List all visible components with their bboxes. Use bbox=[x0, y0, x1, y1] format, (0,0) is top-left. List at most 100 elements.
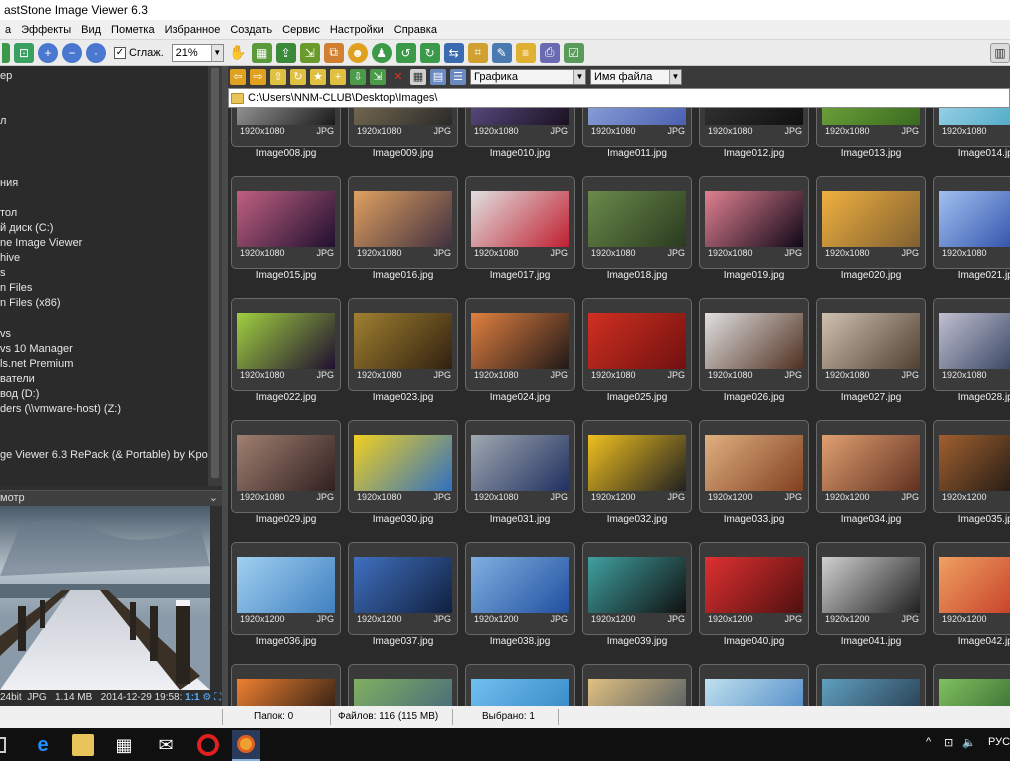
tree-item[interactable]: vs 10 Manager bbox=[0, 343, 73, 355]
thumbnail-image[interactable] bbox=[705, 313, 803, 369]
thumbnail-frame[interactable]: 1920x1080JPG bbox=[348, 176, 458, 269]
thumbnail-item[interactable] bbox=[465, 664, 575, 706]
tree-item[interactable]: й диск (C:) bbox=[0, 222, 53, 234]
thumbnail-image[interactable] bbox=[237, 435, 335, 491]
path-text[interactable]: C:\Users\NNM-CLUB\Desktop\Images\ bbox=[248, 89, 438, 107]
thumbnail-image[interactable] bbox=[588, 108, 686, 125]
thumbnail-image[interactable] bbox=[471, 435, 569, 491]
thumbnail-frame[interactable]: 1920x1080JPG bbox=[465, 108, 575, 147]
thumbnail-item[interactable]: 1920x1080JPG Image028.jpg bbox=[933, 298, 1010, 403]
thumbnail-frame[interactable] bbox=[933, 664, 1010, 706]
thumbnail-frame[interactable]: 1920x1080JPG bbox=[933, 108, 1010, 147]
new-folder-icon[interactable]: + bbox=[330, 69, 346, 85]
fit-window-icon[interactable]: ⊡ bbox=[14, 42, 34, 63]
thumbnail-image[interactable] bbox=[471, 108, 569, 125]
layout-toggle-icon[interactable]: ▥ bbox=[990, 42, 1010, 63]
move-icon[interactable]: ⇲ bbox=[370, 69, 386, 85]
thumbnail-frame[interactable]: 1920x1080JPG bbox=[582, 108, 692, 147]
thumbnail-image[interactable] bbox=[822, 191, 920, 247]
thumbnail-frame[interactable]: 1920x1200JPG bbox=[699, 542, 809, 635]
settings-icon[interactable]: ⚙ bbox=[202, 692, 211, 703]
thumbnail-item[interactable] bbox=[699, 664, 809, 706]
preview-image[interactable] bbox=[0, 506, 210, 690]
thumbnail-frame[interactable] bbox=[582, 664, 692, 706]
thumbnail-item[interactable] bbox=[231, 664, 341, 706]
thumbnail-frame[interactable]: 1920x1200JPG bbox=[933, 420, 1010, 513]
thumbnail-frame[interactable]: 1920x1200JPG bbox=[582, 542, 692, 635]
smooth-checkbox[interactable]: ✓ Сглаж. bbox=[114, 46, 164, 59]
back-arrow-icon[interactable]: ⇦ bbox=[230, 69, 246, 85]
thumbnail-item[interactable]: 1920x1200 JPG Image039.jpg bbox=[582, 542, 692, 647]
thumbnail-item[interactable]: 1920x1200 JPG Image041.jpg bbox=[816, 542, 926, 647]
folder-refresh-icon[interactable]: ↻ bbox=[290, 69, 306, 85]
thumbnail-frame[interactable]: 1920x1200JPG bbox=[465, 542, 575, 635]
thumbnail-frame[interactable]: 1920x1200JPG bbox=[348, 542, 458, 635]
thumbnails-view-icon[interactable]: ▦ bbox=[410, 69, 426, 85]
tree-item[interactable]: вод (D:) bbox=[0, 388, 39, 400]
thumbnail-frame[interactable]: 1920x1080JPG bbox=[348, 420, 458, 513]
thumbnail-item[interactable]: 1920x1080 JPG Image011.jpg bbox=[582, 108, 692, 159]
thumbnail-image[interactable] bbox=[705, 557, 803, 613]
thumbnail-item[interactable]: 1920x1080 JPG Image030.jpg bbox=[348, 420, 458, 525]
store-icon[interactable]: ▦ bbox=[113, 734, 135, 756]
sort-dropdown[interactable]: Имя файла ▼ bbox=[590, 69, 682, 85]
thumbnail-image[interactable] bbox=[822, 435, 920, 491]
tree-item[interactable]: ер bbox=[0, 70, 12, 82]
thumbnail-image[interactable] bbox=[822, 679, 920, 706]
thumbnail-frame[interactable]: 1920x1200JPG bbox=[816, 542, 926, 635]
thumbnail-image[interactable] bbox=[354, 557, 452, 613]
slideshow-icon[interactable]: ▦ bbox=[251, 42, 272, 63]
thumbnail-image[interactable] bbox=[237, 557, 335, 613]
thumbnail-image[interactable] bbox=[237, 313, 335, 369]
thumbnail-image[interactable] bbox=[822, 557, 920, 613]
thumbnail-frame[interactable]: 1920x1200JPG bbox=[816, 420, 926, 513]
thumbnail-item[interactable]: 1920x1080 JPG Image008.jpg bbox=[231, 108, 341, 159]
language-indicator[interactable]: РУС bbox=[988, 736, 1010, 748]
chevron-down-icon[interactable]: ▼ bbox=[669, 70, 681, 84]
thumbnail-item[interactable] bbox=[816, 664, 926, 706]
zoom-select[interactable]: 21% ▼ bbox=[171, 43, 224, 62]
thumbnail-frame[interactable]: 1920x1080JPG bbox=[816, 298, 926, 391]
thumbnail-frame[interactable]: 1920x1080JPG bbox=[582, 298, 692, 391]
folder-favorite-icon[interactable]: ★ bbox=[310, 69, 326, 85]
thumbnail-frame[interactable]: 1920x1080JPG bbox=[231, 108, 341, 147]
thumbnail-item[interactable]: 1920x1200 JPG Image033.jpg bbox=[699, 420, 809, 525]
thumbnail-frame[interactable]: 1920x1080JPG bbox=[465, 176, 575, 269]
hand-icon[interactable]: ✋ bbox=[228, 43, 248, 63]
forward-arrow-icon[interactable]: ⇨ bbox=[250, 69, 266, 85]
thumbnail-item[interactable]: 1920x1080 JPG Image017.jpg bbox=[465, 176, 575, 281]
thumbnail-image[interactable] bbox=[588, 191, 686, 247]
chevron-down-icon[interactable]: ▼ bbox=[210, 44, 223, 61]
thumbnail-item[interactable]: 1920x1080 JPG Image012.jpg bbox=[699, 108, 809, 159]
smooth-checkbox-box[interactable]: ✓ bbox=[114, 46, 126, 59]
thumbnail-item[interactable]: 1920x1080 JPG Image022.jpg bbox=[231, 298, 341, 403]
thumbnail-frame[interactable]: 1920x1080JPG bbox=[816, 108, 926, 147]
edit-icon[interactable]: ✎ bbox=[491, 42, 512, 63]
chevron-down-icon[interactable]: ▼ bbox=[573, 70, 585, 84]
thumbnail-image[interactable] bbox=[354, 191, 452, 247]
thumbnail-image[interactable] bbox=[939, 679, 1010, 706]
batch-icon[interactable]: ≡ bbox=[515, 42, 536, 63]
thumbnail-frame[interactable] bbox=[699, 664, 809, 706]
thumbnail-image[interactable] bbox=[471, 313, 569, 369]
tree-item[interactable]: ge Viewer 6.3 RePack (& Portable) by Kpo… bbox=[0, 449, 208, 461]
copy-icon[interactable]: ⇩ bbox=[350, 69, 366, 85]
tree-item[interactable]: ne Image Viewer bbox=[0, 237, 82, 249]
list-view-icon[interactable]: ☰ bbox=[450, 69, 466, 85]
menu-tools[interactable]: Сервис bbox=[277, 24, 325, 36]
tree-item[interactable]: л bbox=[0, 115, 6, 127]
thumbnail-frame[interactable]: 1920x1080JPG bbox=[465, 298, 575, 391]
tree-item[interactable]: ния bbox=[0, 177, 18, 189]
thumbnail-frame[interactable] bbox=[348, 664, 458, 706]
thumbnail-grid[interactable]: 1920x1080 JPG Image008.jpg 1920x1080 JPG Imag… bbox=[228, 108, 1010, 706]
thumbnail-item[interactable]: 1920x1200 JPG Image032.jpg bbox=[582, 420, 692, 525]
thumbnail-frame[interactable] bbox=[465, 664, 575, 706]
filter-dropdown[interactable]: Графика ▼ bbox=[470, 69, 586, 85]
thumbnail-image[interactable] bbox=[237, 679, 335, 706]
thumbnail-image[interactable] bbox=[237, 191, 335, 247]
thumbnail-image[interactable] bbox=[471, 191, 569, 247]
thumbnail-frame[interactable]: 1920x1080JPG bbox=[933, 298, 1010, 391]
thumbnail-frame[interactable]: 1920x1080JPG bbox=[699, 298, 809, 391]
thumbnail-item[interactable]: 1920x1080 JPG Image023.jpg bbox=[348, 298, 458, 403]
faststone-app-icon[interactable] bbox=[232, 730, 260, 761]
